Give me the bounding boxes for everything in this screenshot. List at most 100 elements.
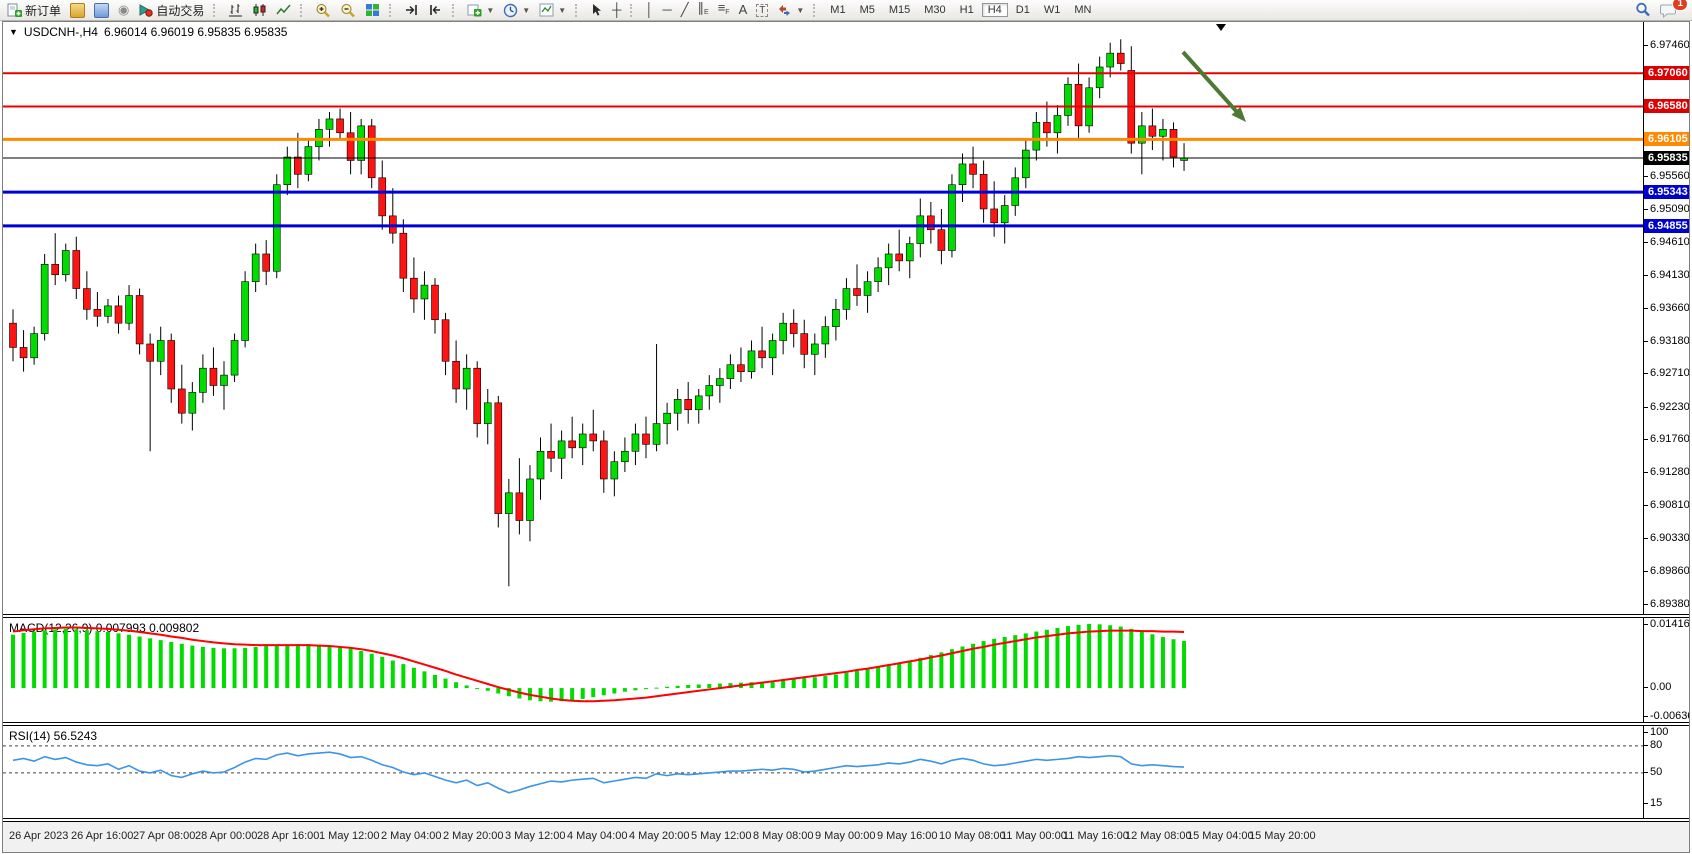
- time-axis-label: 1 May 12:00: [319, 830, 380, 842]
- fibonacci-icon: ≡F: [718, 0, 730, 21]
- axis-tick-label: 6.97460: [1650, 39, 1689, 51]
- text-tool-button[interactable]: A: [735, 1, 752, 19]
- time-axis[interactable]: 26 Apr 202326 Apr 16:0027 Apr 08:0028 Ap…: [3, 822, 1689, 852]
- axis-tick-label: 6.95090: [1650, 203, 1689, 215]
- cursor-tool-button[interactable]: [586, 1, 607, 19]
- strategy-tester-button[interactable]: [90, 1, 113, 19]
- auto-scroll-button[interactable]: [400, 1, 423, 19]
- axis-tick-label: 6.95560: [1650, 170, 1689, 182]
- axis-tick-label: -0.006363: [1650, 710, 1689, 722]
- market-depth-button[interactable]: [66, 1, 89, 19]
- price-axis[interactable]: 6.974606.969906.965106.960406.955606.950…: [1644, 22, 1689, 614]
- price-tag: 6.94855: [1644, 219, 1689, 233]
- vertical-line-icon: │: [645, 2, 653, 18]
- periods-button[interactable]: ▼: [499, 1, 534, 19]
- time-axis-label: 4 May 20:00: [629, 830, 690, 842]
- text-icon: A: [739, 2, 748, 18]
- axis-tick-label: 6.93660: [1650, 302, 1689, 314]
- time-axis-label: 11 May 16:00: [1063, 830, 1129, 842]
- arrows-tool-button[interactable]: ▼: [773, 1, 808, 19]
- time-axis-label: 8 May 08:00: [753, 830, 814, 842]
- macd-panel[interactable]: MACD(12,26,9) 0.007993 0.009802: [3, 618, 1644, 722]
- timeframe-button-H1[interactable]: H1: [954, 3, 980, 17]
- timeframe-button-H4[interactable]: H4: [982, 3, 1008, 17]
- price-tag: 6.96105: [1644, 132, 1689, 146]
- toolbar-separator: [813, 4, 819, 17]
- time-axis-label: 15 May 20:00: [1249, 830, 1316, 842]
- candlestick-type-button[interactable]: [248, 1, 271, 19]
- line-chart-type-button[interactable]: [272, 1, 295, 19]
- candlestick-chart[interactable]: [3, 22, 1643, 614]
- chart-window: ▼ USDCNH-,H4 6.96014 6.96019 6.95835 6.9…: [2, 21, 1690, 853]
- notification-badge: 1: [1672, 0, 1688, 11]
- text-label-tool-button[interactable]: T: [752, 1, 772, 19]
- time-axis-label: 3 May 12:00: [505, 830, 566, 842]
- templates-button[interactable]: ▼: [535, 1, 570, 19]
- arrows-icon: [777, 3, 792, 17]
- timeframe-button-M30[interactable]: M30: [918, 3, 951, 17]
- time-axis-label: 9 May 00:00: [815, 830, 876, 842]
- time-axis-label: 26 Apr 16:00: [71, 830, 133, 842]
- axis-tick-label: 15: [1650, 797, 1662, 809]
- autotrading-icon: [138, 3, 153, 17]
- zoom-in-button[interactable]: [311, 1, 335, 19]
- time-axis-label: 2 May 20:00: [443, 830, 504, 842]
- toolbar-separator: [630, 4, 636, 17]
- equidistant-channel-tool-button[interactable]: ∥E: [694, 1, 713, 19]
- axis-tick-label: 6.94610: [1650, 236, 1689, 248]
- axis-tick-label: 6.91760: [1650, 433, 1689, 445]
- timeframe-button-M15[interactable]: M15: [883, 3, 916, 17]
- indicators-add-icon: [467, 3, 482, 17]
- trendline-tool-button[interactable]: ╱: [677, 1, 693, 19]
- indicators-button[interactable]: ▼: [463, 1, 498, 19]
- time-axis-label: 26 Apr 2023: [9, 830, 68, 842]
- bar-chart-type-button[interactable]: [224, 1, 247, 19]
- timeframe-button-D1[interactable]: D1: [1010, 3, 1036, 17]
- line-chart-icon: [276, 3, 291, 17]
- axis-tick-label: 6.93180: [1650, 335, 1689, 347]
- chart-shift-button[interactable]: [424, 1, 447, 19]
- signals-icon: ◉: [118, 2, 129, 18]
- rsi-panel[interactable]: RSI(14) 56.5243: [3, 726, 1644, 818]
- autotrading-button[interactable]: 自动交易: [134, 1, 208, 19]
- axis-tick-label: 6.94130: [1650, 269, 1689, 281]
- axis-tick-label: 50: [1650, 766, 1662, 778]
- time-axis-label: 28 Apr 16:00: [257, 830, 319, 842]
- horizontal-line-icon: ─: [662, 2, 671, 18]
- time-axis-label: 9 May 16:00: [877, 830, 938, 842]
- main-toolbar: 新订单 ◉ 自动交易: [0, 0, 1692, 21]
- axis-tick-label: 6.89380: [1650, 598, 1689, 610]
- tile-windows-button[interactable]: [361, 1, 384, 19]
- time-axis-label: 15 May 04:00: [1187, 830, 1254, 842]
- chat-button[interactable]: 1: [1656, 1, 1681, 19]
- timeframe-button-W1[interactable]: W1: [1038, 3, 1067, 17]
- vertical-line-tool-button[interactable]: │: [641, 1, 657, 19]
- rsi-axis[interactable]: 100805015: [1644, 726, 1689, 818]
- new-order-button[interactable]: 新订单: [3, 1, 65, 19]
- axis-tick-label: 6.90330: [1650, 532, 1689, 544]
- search-button[interactable]: [1631, 1, 1655, 19]
- macd-chart[interactable]: [3, 618, 1643, 722]
- trendline-icon: ╱: [681, 2, 689, 18]
- zoom-out-icon: [340, 3, 356, 18]
- timeframe-button-M5[interactable]: M5: [854, 3, 881, 17]
- main-chart-panel[interactable]: ▼ USDCNH-,H4 6.96014 6.96019 6.95835 6.9…: [3, 22, 1644, 614]
- macd-axis[interactable]: 0.0141670.00-0.006363: [1644, 618, 1689, 722]
- time-axis-label: 2 May 04:00: [381, 830, 442, 842]
- timeframe-button-MN[interactable]: MN: [1068, 3, 1097, 17]
- signals-button[interactable]: ◉: [114, 1, 133, 19]
- axis-tick-label: 100: [1650, 726, 1668, 738]
- crosshair-tool-button[interactable]: ┼: [608, 1, 625, 19]
- timeframe-button-M1[interactable]: M1: [824, 3, 851, 17]
- horizontal-line-tool-button[interactable]: ─: [658, 1, 675, 19]
- time-axis-label: 5 May 12:00: [691, 830, 752, 842]
- strategy-tester-icon: [94, 3, 109, 18]
- zoom-out-button[interactable]: [336, 1, 360, 19]
- axis-tick-label: 0.00: [1650, 681, 1671, 693]
- ohlc-bars-icon: [228, 3, 243, 17]
- toolbar-separator: [300, 4, 306, 17]
- axis-tick-label: 6.92710: [1650, 367, 1689, 379]
- text-label-icon: T: [756, 4, 768, 17]
- fibonacci-tool-button[interactable]: ≡F: [714, 1, 734, 19]
- rsi-chart[interactable]: [3, 726, 1643, 818]
